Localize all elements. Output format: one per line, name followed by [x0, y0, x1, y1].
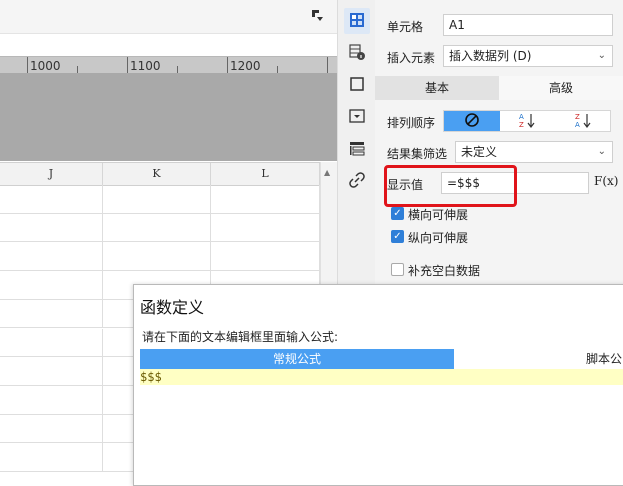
grid-cell[interactable] [0, 443, 103, 472]
sort-descending-button[interactable]: ZA [556, 111, 612, 131]
grid-cell-icon [349, 12, 365, 31]
horizontal-expand-checkbox[interactable]: ✓ [391, 207, 404, 220]
sort-ascending-icon: AZ [518, 112, 538, 131]
insert-element-label: 插入元素 [387, 51, 436, 65]
result-filter-select[interactable]: 未定义 ⌄ [455, 141, 613, 163]
widget-button[interactable] [344, 104, 370, 130]
grid-cell[interactable] [0, 242, 103, 272]
ruler-label: 1100 [130, 59, 161, 73]
no-sort-icon [464, 112, 480, 131]
formula-type-tabs: 常规公式 脚本公 [140, 349, 623, 369]
horizontal-ruler: 1000 1100 1200 [0, 56, 337, 74]
cell-field[interactable]: A1 [443, 14, 613, 36]
insert-element-value: 插入数据列 (D) [449, 49, 532, 63]
ruler-label: 1200 [230, 59, 261, 73]
fill-blank-label: 补充空白数据 [408, 264, 481, 278]
ruler-tick [327, 57, 328, 74]
formula-text: $$$ [140, 370, 162, 384]
grid-cell[interactable] [211, 213, 320, 243]
tab-advanced[interactable]: 高级 [499, 76, 623, 100]
sort-order-group: AZ ZA [443, 110, 611, 132]
svg-text:A: A [575, 121, 580, 128]
cell-value: A1 [449, 18, 465, 32]
link-icon [349, 171, 365, 191]
scroll-up-icon[interactable]: ▲ [324, 168, 330, 177]
column-header-j[interactable]: J [0, 163, 103, 185]
sort-order-label: 排列顺序 [387, 116, 436, 130]
formula-editor-button[interactable]: F(x) [594, 174, 618, 188]
tab-basic[interactable]: 基本 [375, 76, 499, 100]
vertical-expand-checkbox[interactable]: ✓ [391, 230, 404, 243]
dialog-hint: 请在下面的文本编辑框里面输入公式: [142, 330, 339, 344]
grid-cell[interactable] [0, 328, 103, 358]
grid-cell[interactable] [0, 357, 103, 386]
grid-cell[interactable] [211, 242, 320, 272]
designer-toolbar [0, 0, 337, 34]
page-margin-area [0, 73, 337, 161]
property-tabs: 基本 高级 [375, 76, 623, 100]
annotation-highlight-box [384, 165, 517, 207]
tab-script-formula[interactable]: 脚本公 [454, 349, 623, 369]
sort-none-button[interactable] [444, 111, 500, 131]
svg-text:Z: Z [519, 121, 524, 128]
vertical-expand-label: 纵向可伸展 [408, 231, 469, 245]
insert-element-select[interactable]: 插入数据列 (D) ⌄ [443, 45, 613, 67]
ruler-tick [27, 57, 28, 74]
grid-cell[interactable] [211, 185, 320, 214]
border-button[interactable] [344, 72, 370, 98]
condition-button[interactable] [344, 136, 370, 162]
square-border-icon [349, 76, 365, 95]
function-definition-dialog: 函数定义 请在下面的文本编辑框里面输入公式: 常规公式 脚本公 $$$ [133, 284, 623, 486]
grid-cell[interactable] [0, 299, 103, 329]
sort-ascending-button[interactable]: AZ [500, 111, 556, 131]
chevron-down-icon: ⌄ [597, 50, 606, 61]
ruler-tick [227, 57, 228, 74]
result-filter-value: 未定义 [461, 145, 498, 159]
dropdown-box-icon [349, 108, 365, 127]
list-stack-icon [349, 140, 365, 159]
ruler-label: 1000 [30, 59, 61, 73]
dialog-title: 函数定义 [140, 298, 205, 317]
svg-text:Z: Z [575, 113, 580, 121]
result-filter-label: 结果集筛选 [387, 147, 448, 161]
fill-blank-checkbox[interactable] [391, 263, 404, 276]
ruler-tick [127, 57, 128, 74]
grid-cell[interactable] [103, 185, 211, 214]
column-header-k[interactable]: K [103, 163, 211, 185]
cell-properties-button[interactable] [344, 8, 370, 34]
grid-cell[interactable] [0, 185, 103, 214]
cell-label: 单元格 [387, 20, 424, 34]
grid-cell[interactable] [103, 213, 211, 243]
table-info-icon [349, 43, 365, 63]
svg-text:A: A [519, 113, 524, 121]
cell-attribute-button[interactable] [344, 40, 370, 66]
grid-cell[interactable] [0, 414, 103, 444]
grid-cell[interactable] [0, 385, 103, 415]
dropdown-corner-icon[interactable] [312, 10, 324, 22]
horizontal-expand-label: 横向可伸展 [408, 208, 469, 222]
column-header: J K L [0, 162, 320, 186]
hyperlink-button[interactable] [344, 168, 370, 194]
sort-descending-icon: ZA [574, 112, 594, 131]
chevron-down-icon: ⌄ [597, 146, 606, 157]
grid-cell[interactable] [103, 242, 211, 272]
grid-cell[interactable] [0, 271, 103, 300]
column-header-l[interactable]: L [211, 163, 320, 185]
formula-editor[interactable]: $$$ [140, 369, 623, 385]
grid-cell[interactable] [0, 213, 103, 243]
tab-normal-formula[interactable]: 常规公式 [140, 349, 454, 369]
